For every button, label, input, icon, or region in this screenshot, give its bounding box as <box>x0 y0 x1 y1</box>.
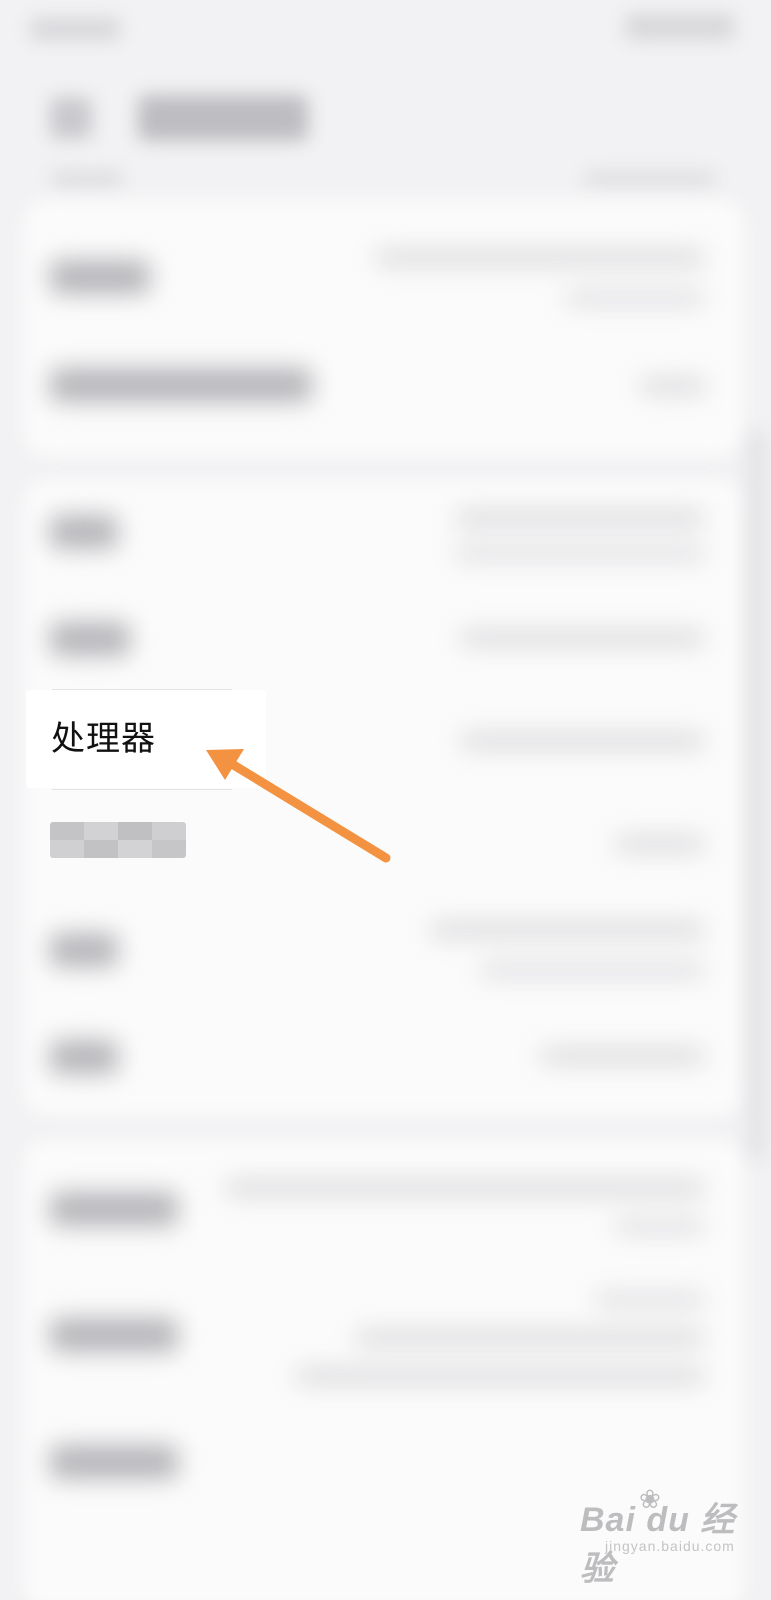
arrow-shaft <box>227 759 391 863</box>
pointer-arrow-icon <box>206 749 391 863</box>
screen: 处理器 ❀ Bai du 经验 jingyan.baidu.com <box>0 0 771 1600</box>
watermark-url: jingyan.baidu.com <box>605 1538 735 1554</box>
watermark: ❀ Bai du 经验 jingyan.baidu.com <box>575 1482 755 1588</box>
